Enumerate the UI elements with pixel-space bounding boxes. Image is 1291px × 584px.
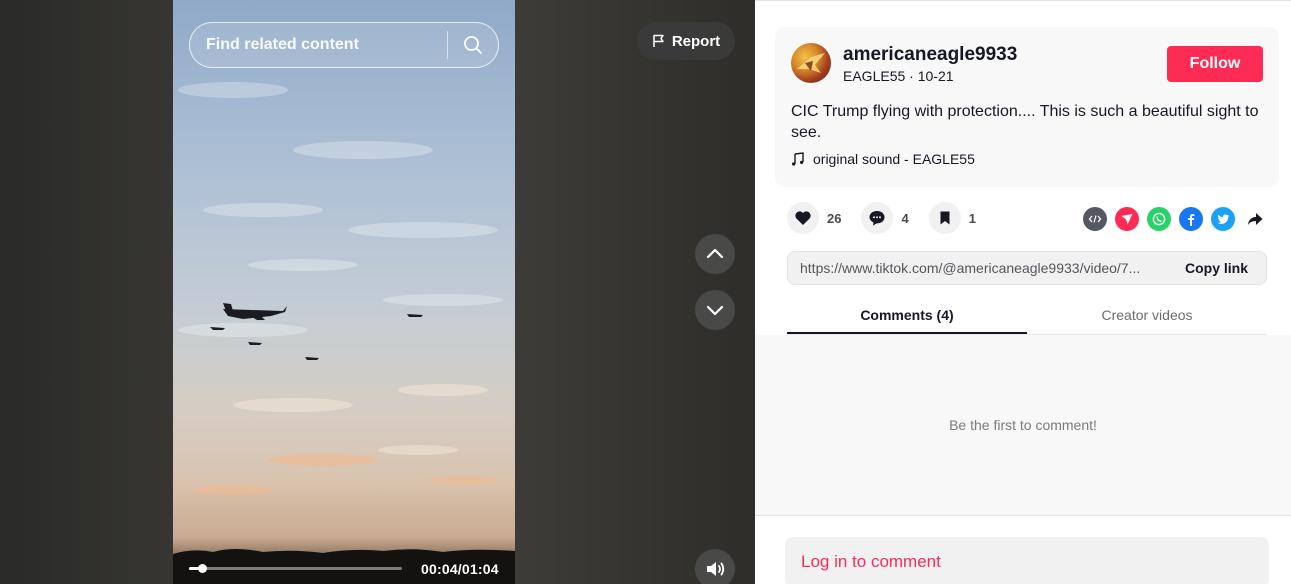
video-time-readout: 00:04/01:04	[421, 561, 499, 577]
next-video-button[interactable]	[695, 290, 735, 330]
flag-icon	[653, 34, 664, 47]
related-search-box	[189, 22, 499, 68]
copy-link-button[interactable]: Copy link	[1171, 260, 1266, 276]
search-button[interactable]	[448, 23, 498, 67]
share-buttons	[1083, 207, 1267, 231]
video-frame[interactable]	[173, 0, 515, 584]
twitter-icon[interactable]	[1211, 207, 1235, 231]
tab-comments[interactable]: Comments (4)	[787, 297, 1027, 334]
video-player-pane: Report 00:04/01:04	[0, 0, 755, 584]
engagement-actions: 26 4 1	[787, 202, 996, 234]
comments-list: Be the first to comment!	[755, 335, 1291, 515]
copy-link-box: https://www.tiktok.com/@americaneagle993…	[787, 251, 1267, 285]
divider	[755, 515, 1291, 516]
paper-plane-glyph	[1121, 214, 1133, 225]
whatsapp-icon[interactable]	[1147, 207, 1171, 231]
chevron-down-icon	[706, 305, 724, 316]
tab-creator-videos[interactable]: Creator videos	[1027, 297, 1267, 334]
volume-button[interactable]	[695, 549, 735, 584]
speaker-icon	[707, 562, 725, 576]
empty-comments-message: Be the first to comment!	[949, 417, 1097, 433]
follow-button[interactable]: Follow	[1167, 46, 1263, 82]
login-to-comment-label: Log in to comment	[801, 552, 941, 571]
send-to-friends-icon[interactable]	[1115, 207, 1139, 231]
comment-circle	[861, 202, 894, 234]
favorite-button[interactable]: 1	[928, 202, 976, 234]
report-button[interactable]: Report	[637, 22, 735, 60]
video-scene	[173, 82, 515, 584]
embed-icon[interactable]	[1083, 207, 1107, 231]
forward-arrow-glyph	[1248, 213, 1263, 225]
details-tabs: Comments (4) Creator videos	[787, 297, 1267, 335]
report-label: Report	[671, 32, 721, 50]
creator-username[interactable]: americaneagle9933	[843, 44, 1017, 66]
like-button[interactable]: 26	[787, 202, 841, 234]
like-count: 26	[827, 210, 842, 226]
like-circle	[787, 202, 819, 234]
search-input[interactable]	[190, 36, 447, 54]
avatar[interactable]	[791, 43, 831, 83]
creator-nickname-date: EAGLE55 · 10-21	[843, 68, 954, 84]
favorite-circle	[928, 202, 961, 234]
video-link-text[interactable]: https://www.tiktok.com/@americaneagle993…	[788, 260, 1171, 276]
video-progress-bar[interactable]	[189, 564, 402, 573]
comment-count: 4	[901, 210, 909, 226]
tiktok-video-page: Report 00:04/01:04	[0, 0, 1291, 584]
sound-link[interactable]: original sound - EAGLE55	[791, 151, 975, 167]
twitter-bird-glyph	[1217, 214, 1229, 224]
comment-button[interactable]: 4	[861, 202, 909, 234]
previous-video-button[interactable]	[695, 234, 735, 274]
whatsapp-glyph	[1152, 212, 1166, 226]
facebook-icon[interactable]	[1179, 207, 1203, 231]
video-progress-handle[interactable]	[198, 564, 207, 573]
share-arrow-icon[interactable]	[1243, 207, 1267, 231]
heart-icon	[795, 211, 811, 225]
music-note-icon	[792, 152, 804, 166]
code-brackets-glyph	[1088, 215, 1102, 223]
chevron-up-icon	[706, 248, 724, 259]
post-caption: CIC Trump flying with protection.... Thi…	[791, 103, 1259, 141]
search-icon	[464, 36, 482, 54]
login-to-comment-bar[interactable]: Log in to comment	[785, 537, 1269, 584]
bookmark-icon	[940, 211, 950, 225]
post-info-card: americaneagle9933 EAGLE55 · 10-21 Follow…	[775, 27, 1279, 187]
comment-bubble-icon	[869, 211, 885, 226]
eagle-avatar-image	[797, 53, 825, 73]
facebook-f-glyph	[1188, 214, 1195, 226]
post-details-pane: americaneagle9933 EAGLE55 · 10-21 Follow…	[755, 0, 1291, 584]
favorite-count: 1	[968, 210, 976, 226]
sound-label: original sound - EAGLE55	[813, 151, 975, 167]
